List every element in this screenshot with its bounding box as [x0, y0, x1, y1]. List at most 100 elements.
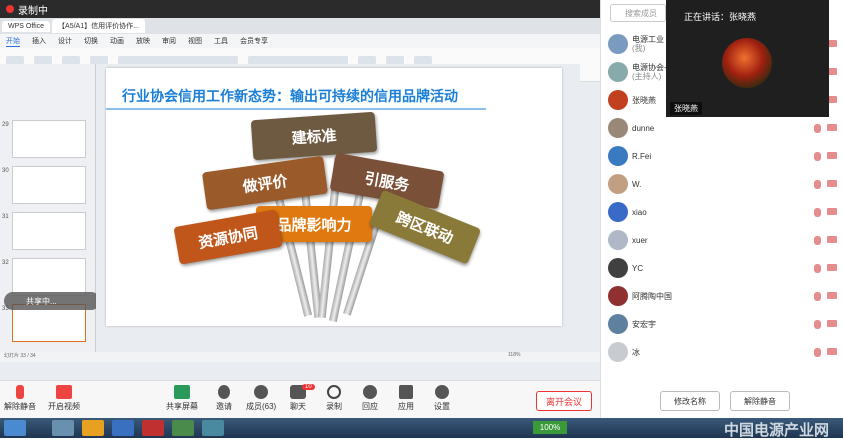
- unmute-button[interactable]: 解除静音: [4, 385, 36, 412]
- camera-off-icon[interactable]: [827, 263, 837, 271]
- menu-home[interactable]: 开始: [6, 36, 20, 47]
- avatar: [608, 90, 628, 110]
- taskbar-app[interactable]: [202, 420, 224, 436]
- rename-button[interactable]: 修改名称: [660, 391, 720, 411]
- recording-icon: [6, 5, 14, 13]
- slide-number: 32: [2, 260, 9, 266]
- avatar: [608, 146, 628, 166]
- mic-muted-icon[interactable]: [814, 319, 821, 329]
- member-name-text: 安宏宇: [632, 319, 656, 329]
- menu-slideshow[interactable]: 放映: [136, 36, 150, 46]
- document-tabs: WPS Office 【A5/A1】信用评价协作...: [0, 18, 600, 34]
- speaker-avatar: [722, 38, 772, 88]
- camera-off-icon[interactable]: [827, 123, 837, 131]
- invite-icon: [218, 385, 230, 399]
- members-button[interactable]: 成员(63): [246, 385, 276, 412]
- member-name: 安宏宇: [632, 320, 656, 329]
- slide-number: 30: [2, 168, 9, 174]
- start-button[interactable]: [4, 420, 26, 436]
- member-status-icons: [814, 179, 837, 189]
- taskbar-app[interactable]: [112, 420, 134, 436]
- mic-muted-icon[interactable]: [814, 291, 821, 301]
- mic-muted-icon[interactable]: [814, 263, 821, 273]
- menu-animation[interactable]: 动画: [110, 36, 124, 46]
- menu-insert[interactable]: 插入: [32, 36, 46, 46]
- unmute-all-button[interactable]: 解除静音: [730, 391, 790, 411]
- member-row[interactable]: xiao: [600, 198, 843, 226]
- avatar: [608, 174, 628, 194]
- slide-number: 31: [2, 214, 9, 220]
- mic-muted-icon[interactable]: [814, 179, 821, 189]
- member-status-icons: [814, 263, 837, 273]
- menu-tools[interactable]: 工具: [214, 36, 228, 46]
- mic-muted-icon[interactable]: [814, 151, 821, 161]
- tab-document[interactable]: 【A5/A1】信用评价协作...: [52, 19, 145, 33]
- member-name: 电源工业 (我): [632, 35, 664, 53]
- record-icon: [327, 385, 341, 399]
- share-tip[interactable]: 共享中...: [4, 292, 100, 310]
- member-row[interactable]: YC: [600, 254, 843, 282]
- leave-meeting-button[interactable]: 离开会议: [536, 391, 592, 411]
- member-role: (主持人): [632, 72, 662, 81]
- apps-button[interactable]: 应用: [398, 385, 414, 412]
- member-row[interactable]: 阿腾陶中国: [600, 282, 843, 310]
- tab-wps-home[interactable]: WPS Office: [2, 20, 51, 32]
- member-row[interactable]: 冰: [600, 338, 843, 366]
- settings-button[interactable]: 设置: [434, 385, 450, 412]
- member-name-text: 冰: [632, 347, 640, 357]
- recording-bar: 录制中: [0, 0, 600, 18]
- camera-off-icon[interactable]: [827, 319, 837, 327]
- menu-transition[interactable]: 切换: [84, 36, 98, 46]
- member-name-text: 张晓燕: [632, 95, 656, 105]
- member-row[interactable]: dunne: [600, 114, 843, 142]
- taskbar-wps[interactable]: [142, 420, 164, 436]
- member-name: dunne: [632, 124, 654, 133]
- chat-badge: 10: [302, 384, 315, 390]
- camera-off-icon[interactable]: [827, 347, 837, 355]
- slide-canvas: 行业协会信用工作新态势：输出可持续的信用品牌活动 建标准 做评价 引服务 品牌影…: [96, 64, 580, 352]
- watermark: 中国电源产业网: [724, 422, 830, 439]
- menu-view[interactable]: 视图: [188, 36, 202, 46]
- member-row[interactable]: xuer: [600, 226, 843, 254]
- member-status-icons: [814, 123, 837, 133]
- share-screen-button[interactable]: 共享屏幕: [166, 385, 198, 412]
- react-button[interactable]: 回应: [362, 385, 378, 412]
- member-row[interactable]: W.: [600, 170, 843, 198]
- member-name-text: R.Fei: [632, 151, 652, 161]
- windows-taskbar: [0, 418, 843, 438]
- avatar: [608, 118, 628, 138]
- camera-off-icon[interactable]: [827, 151, 837, 159]
- taskbar-app[interactable]: [172, 420, 194, 436]
- camera-off-icon[interactable]: [827, 235, 837, 243]
- taskbar-app[interactable]: [52, 420, 74, 436]
- menu-design[interactable]: 设计: [58, 36, 72, 46]
- member-name: 张晓燕: [632, 96, 656, 105]
- share-screen-icon: [174, 385, 190, 399]
- slide-thumb[interactable]: [12, 258, 86, 296]
- slide-thumb[interactable]: [12, 166, 86, 204]
- slide[interactable]: 行业协会信用工作新态势：输出可持续的信用品牌活动 建标准 做评价 引服务 品牌影…: [106, 68, 562, 326]
- member-row[interactable]: 安宏宇: [600, 310, 843, 338]
- camera-off-icon[interactable]: [827, 207, 837, 215]
- mic-muted-icon[interactable]: [814, 207, 821, 217]
- member-search-input[interactable]: 搜索成员: [610, 4, 666, 22]
- camera-off-icon[interactable]: [827, 179, 837, 187]
- recording-label: 录制中: [18, 5, 48, 17]
- search-placeholder: 搜索成员: [625, 8, 657, 18]
- camera-off-icon[interactable]: [827, 291, 837, 299]
- member-name: xiao: [632, 208, 647, 217]
- record-button[interactable]: 录制: [326, 385, 342, 412]
- slide-thumb[interactable]: [12, 120, 86, 158]
- taskbar-app[interactable]: [82, 420, 104, 436]
- member-row[interactable]: R.Fei: [600, 142, 843, 170]
- menu-review[interactable]: 审阅: [162, 36, 176, 46]
- mic-muted-icon[interactable]: [814, 347, 821, 357]
- slide-title: 行业协会信用工作新态势：输出可持续的信用品牌活动: [122, 88, 458, 104]
- mic-muted-icon[interactable]: [814, 123, 821, 133]
- slide-thumb[interactable]: [12, 212, 86, 250]
- invite-button[interactable]: 邀请: [216, 385, 232, 412]
- mic-muted-icon[interactable]: [814, 235, 821, 245]
- menu-member[interactable]: 会员专享: [240, 36, 268, 46]
- video-button[interactable]: 开启视频: [48, 385, 80, 412]
- member-status-icons: [814, 291, 837, 301]
